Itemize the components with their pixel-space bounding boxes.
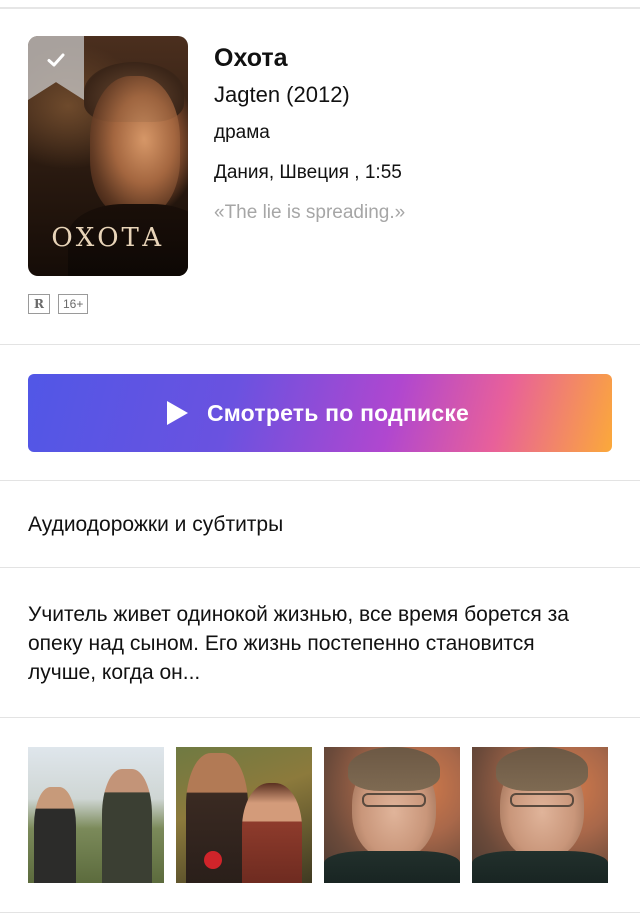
still-thumbnail[interactable]: [324, 747, 460, 883]
movie-info: Охота Jagten (2012) драма Дания, Швеция …: [214, 42, 624, 226]
still-figure-sweater: [472, 851, 608, 883]
still-thumbnail[interactable]: [472, 747, 608, 883]
still-figure-hair: [496, 747, 588, 791]
still-figure: [242, 783, 302, 883]
check-icon: [47, 53, 65, 67]
still-thumbnail[interactable]: [176, 747, 312, 883]
top-divider: [0, 7, 640, 9]
rating-badges: R 16+: [28, 294, 89, 314]
movie-detail-page: ОХОТА R 16+ Охота Jagten (2012) драма Да…: [0, 0, 640, 922]
original-title-year: Jagten (2012): [214, 82, 350, 107]
divider: [0, 344, 640, 345]
poster-figure-face: [90, 76, 180, 216]
watched-ribbon: [28, 36, 84, 100]
watch-subscription-button[interactable]: Смотреть по подписке: [28, 374, 612, 452]
poster-title-text: ОХОТА: [51, 223, 165, 253]
still-figure-glasses: [362, 793, 426, 807]
movie-poster[interactable]: ОХОТА: [28, 36, 188, 276]
divider: [0, 717, 640, 718]
movie-tagline: «The lie is spreading.»: [214, 202, 406, 223]
stills-gallery: [28, 747, 608, 883]
age-rating-badge: 16+: [57, 294, 89, 314]
still-figure-glasses: [510, 793, 574, 807]
divider: [0, 567, 640, 568]
watch-button-label: Смотреть по подписке: [206, 399, 470, 426]
bottom-divider: [0, 912, 640, 913]
still-figure-hair: [348, 747, 440, 791]
movie-description[interactable]: Учитель живет одинокой жизнью, все время…: [28, 600, 598, 687]
still-figure: [34, 787, 76, 883]
country-duration: Дания, Швеция , 1:55: [214, 162, 402, 183]
play-icon: [166, 401, 188, 425]
movie-title: Охота: [214, 44, 288, 72]
movie-genre: драма: [214, 122, 270, 143]
still-figure: [102, 769, 152, 883]
divider: [0, 480, 640, 481]
still-figure-sweater: [324, 851, 460, 883]
still-thumbnail[interactable]: [28, 747, 164, 883]
mpaa-rating-badge: R: [28, 294, 50, 314]
audio-subtitles-link[interactable]: Аудиодорожки и субтитры: [28, 510, 283, 540]
still-detail: [204, 851, 222, 869]
